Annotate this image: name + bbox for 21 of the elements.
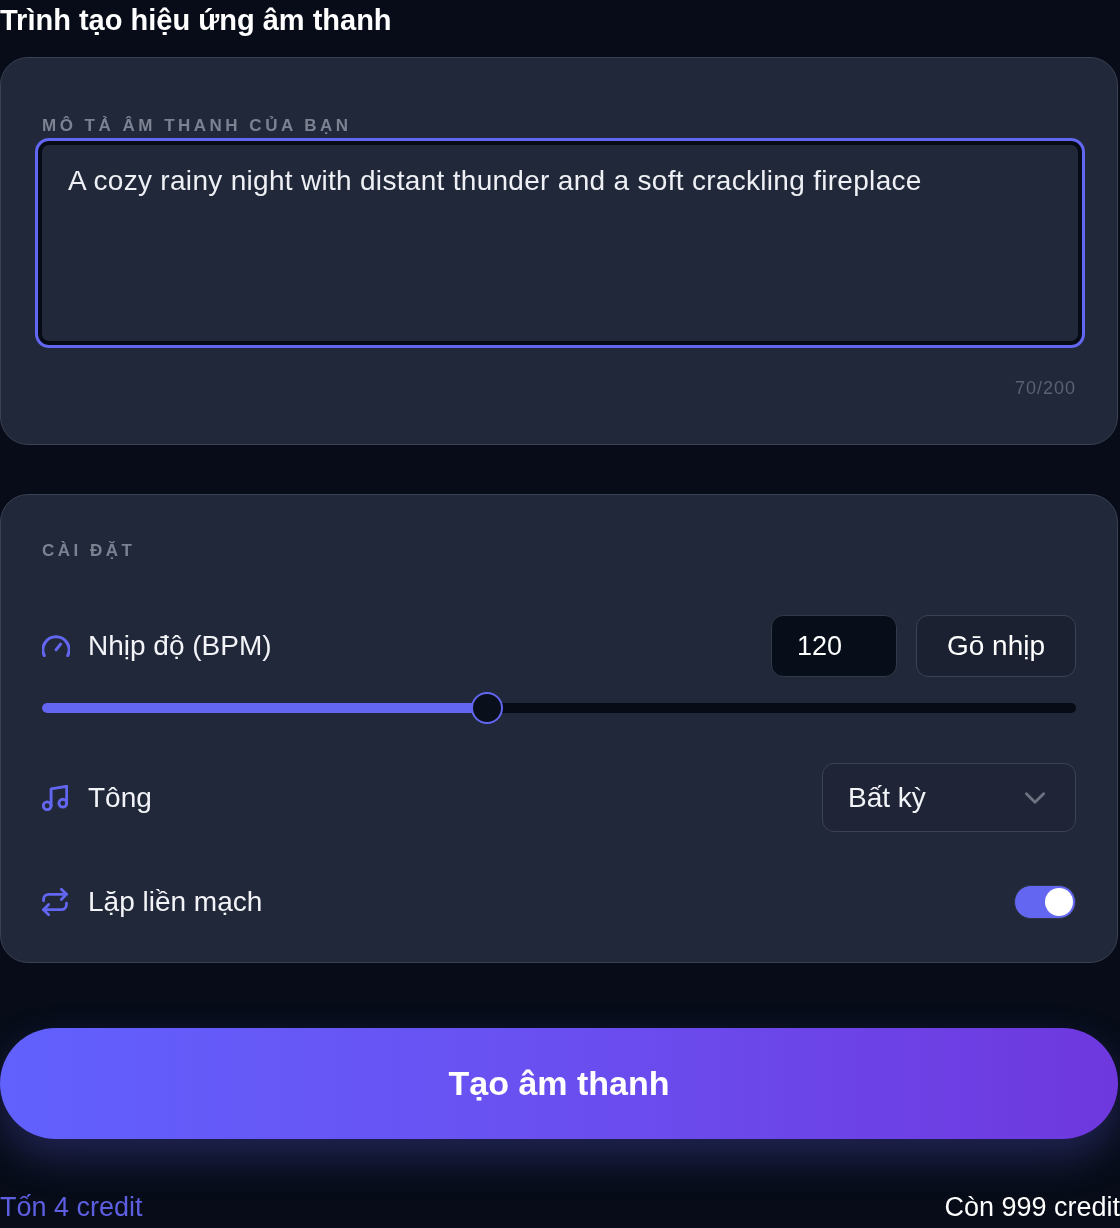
setting-label: Lặp liền mạch <box>88 885 263 919</box>
gauge-icon <box>42 635 70 657</box>
chevron-down-icon <box>1025 791 1045 804</box>
tempo-slider[interactable] <box>42 692 1076 724</box>
description-label: MÔ TẢ ÂM THANH CỦA BẠN <box>42 115 352 137</box>
setting-label: Nhịp độ (BPM) <box>88 629 272 663</box>
generate-button[interactable]: Tạo âm thanh <box>0 1028 1118 1139</box>
bpm-input[interactable]: 120 <box>771 615 897 677</box>
setting-label: Tông <box>88 780 152 815</box>
credit-balance: Còn 999 credit <box>944 1191 1120 1224</box>
slider-thumb[interactable] <box>470 692 503 724</box>
description-field[interactable]: A cozy rainy night with distant thunder and a soft crackling fireplace <box>35 138 1085 348</box>
page-title: Trình tạo hiệu ứng âm thanh <box>0 3 392 38</box>
character-counter: 70/200 <box>1014 377 1076 400</box>
repeat-icon <box>42 888 68 916</box>
loop-toggle[interactable] <box>1014 885 1076 919</box>
settings-heading: CÀI ĐẶT <box>42 541 136 561</box>
credit-cost: Tốn 4 credit <box>0 1191 143 1224</box>
tap-tempo-button[interactable]: Gō nhịp <box>916 615 1076 677</box>
key-dropdown[interactable]: Bất kỳ <box>822 763 1076 832</box>
music-note-icon <box>42 784 68 811</box>
